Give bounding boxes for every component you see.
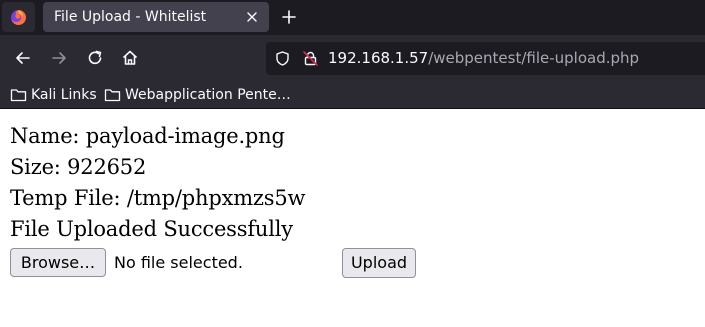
upload-status-text: File Uploaded Successfully xyxy=(10,217,293,241)
firefox-menu-button[interactable] xyxy=(2,2,35,32)
url-host: 192.168.1.57 xyxy=(328,49,429,67)
upload-button[interactable]: Upload xyxy=(342,248,416,278)
url-bar[interactable]: 192.168.1.57/webpentest/file-upload.php xyxy=(266,42,705,75)
close-icon[interactable] xyxy=(245,10,259,24)
tab-title: File Upload - Whitelist xyxy=(54,9,207,25)
folder-icon xyxy=(104,89,121,102)
bookmark-webapplication-pentest[interactable]: Webapplication Pente… xyxy=(104,82,291,108)
file-selection-status: No file selected. xyxy=(114,253,243,272)
browse-button[interactable]: Browse… xyxy=(10,248,106,277)
upload-temp-file-text: Temp File: /tmp/phpxmzs5w xyxy=(10,186,306,210)
home-icon[interactable] xyxy=(119,47,141,69)
url-text[interactable]: 192.168.1.57/webpentest/file-upload.php xyxy=(328,42,639,75)
shield-icon[interactable] xyxy=(274,50,291,67)
firefox-logo-icon xyxy=(11,10,26,25)
back-arrow-icon[interactable] xyxy=(12,47,34,69)
forward-arrow-icon[interactable] xyxy=(48,47,70,69)
bookmark-label: Webapplication Pente… xyxy=(125,87,291,103)
bookmarks-toolbar: Kali Links Webapplication Pente… xyxy=(0,82,705,109)
navigation-toolbar: 192.168.1.57/webpentest/file-upload.php xyxy=(0,35,705,82)
reload-icon[interactable] xyxy=(84,47,106,69)
page-content: Name: payload-image.png Size: 922652 Tem… xyxy=(0,110,705,327)
tab-file-upload[interactable]: File Upload - Whitelist xyxy=(43,2,269,32)
upload-name-text: Name: payload-image.png xyxy=(10,124,285,148)
bookmark-kali-links[interactable]: Kali Links xyxy=(10,82,97,108)
upload-size-text: Size: 922652 xyxy=(10,155,147,179)
folder-icon xyxy=(10,89,27,102)
bookmark-label: Kali Links xyxy=(31,87,97,103)
plus-icon[interactable] xyxy=(278,6,300,28)
url-path: /webpentest/file-upload.php xyxy=(428,49,640,67)
insecure-lock-icon[interactable] xyxy=(302,50,319,67)
tab-strip: File Upload - Whitelist xyxy=(0,0,705,35)
